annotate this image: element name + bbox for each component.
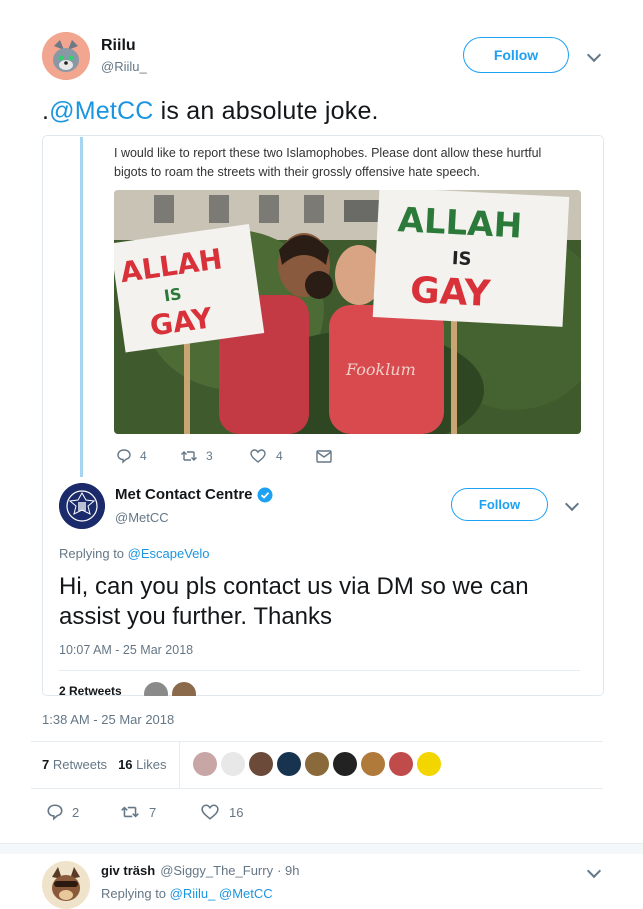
right-sign-line3: GAY bbox=[409, 270, 492, 315]
tweet-mention-link[interactable]: @MetCC bbox=[49, 97, 153, 125]
met-retweeter-avatars bbox=[144, 682, 196, 696]
reply-author-handle[interactable]: @Siggy_The_Furry bbox=[160, 863, 273, 878]
parent-reply-count: 4 bbox=[140, 449, 147, 463]
reply-author-name[interactable]: giv träsh bbox=[101, 863, 155, 878]
likes-label: Likes bbox=[136, 757, 167, 772]
reply-time[interactable]: · 9h bbox=[277, 863, 299, 878]
stats-divider-top bbox=[31, 741, 603, 742]
parent-like-count: 4 bbox=[276, 449, 283, 463]
liker-avatar[interactable] bbox=[417, 752, 441, 776]
met-author-handle[interactable]: @MetCC bbox=[115, 510, 169, 525]
parent-tweet-image[interactable]: Fooklum ALLAH IS GAY ALLAH IS GAY bbox=[114, 190, 581, 434]
parent-retweet-count: 3 bbox=[206, 449, 213, 463]
liker-avatar[interactable] bbox=[193, 752, 217, 776]
direct-message-icon[interactable] bbox=[316, 449, 332, 463]
liker-avatar[interactable] bbox=[305, 752, 329, 776]
like-action-count: 16 bbox=[229, 804, 244, 820]
met-retweets[interactable]: 2 Retweets bbox=[59, 684, 122, 696]
tweet-stats: 7 Retweets 16 Likes bbox=[42, 757, 167, 772]
parent-actions: 4 3 4 bbox=[116, 446, 332, 466]
reply-header: giv träsh @Siggy_The_Furry · 9h bbox=[101, 863, 300, 878]
chevron-down-icon[interactable] bbox=[586, 47, 602, 63]
reply-icon[interactable] bbox=[116, 448, 132, 464]
retweets-stat[interactable]: 7 Retweets bbox=[42, 757, 107, 772]
retweet-action-count: 7 bbox=[149, 804, 157, 820]
met-avatar[interactable] bbox=[59, 483, 105, 529]
heart-icon[interactable] bbox=[250, 449, 266, 463]
reply-replying-to: Replying to @Riilu_ @MetCC bbox=[101, 886, 273, 901]
met-police-crest-icon bbox=[59, 483, 105, 529]
right-sign-line2: IS bbox=[451, 248, 472, 270]
shirt-print: Fooklum bbox=[345, 360, 416, 379]
liker-avatar[interactable] bbox=[221, 752, 245, 776]
right-sign-line1: ALLAH bbox=[397, 200, 523, 246]
tweet-text: .@MetCC is an absolute joke. bbox=[42, 97, 379, 126]
furry-avatar-icon bbox=[42, 861, 90, 909]
tweet-actions: 2 7 16 bbox=[46, 803, 243, 821]
liker-avatar[interactable] bbox=[277, 752, 301, 776]
likes-count: 16 bbox=[118, 757, 133, 772]
verified-badge-icon bbox=[257, 487, 273, 503]
reply-action-count: 2 bbox=[72, 804, 80, 820]
met-retweets-label[interactable]: 2 Retweets bbox=[59, 684, 122, 696]
reply-chevron-down-icon[interactable] bbox=[586, 863, 602, 879]
liker-avatar[interactable] bbox=[389, 752, 413, 776]
met-replying-prefix: Replying to bbox=[59, 546, 128, 561]
likes-stat[interactable]: 16 Likes bbox=[118, 757, 166, 772]
met-replying-link[interactable]: @EscapeVelo bbox=[128, 546, 210, 561]
reply-action-icon[interactable] bbox=[46, 803, 64, 821]
retweeter-avatar[interactable] bbox=[144, 682, 168, 696]
follow-button[interactable]: Follow bbox=[463, 37, 569, 73]
met-tweet-text: Hi, can you pls contact us via DM so we … bbox=[59, 573, 529, 630]
met-author-name[interactable]: Met Contact Centre bbox=[115, 486, 273, 503]
retweets-count: 7 bbox=[42, 757, 50, 772]
author-handle[interactable]: @Riilu_ bbox=[101, 59, 147, 74]
met-author-name-text[interactable]: Met Contact Centre bbox=[115, 486, 253, 503]
reply-replying-link-1[interactable]: @Riilu_ bbox=[170, 886, 216, 901]
reply-replying-prefix: Replying to bbox=[101, 886, 170, 901]
stats-divider-bottom bbox=[31, 788, 603, 789]
liker-avatar[interactable] bbox=[333, 752, 357, 776]
met-divider bbox=[59, 670, 580, 671]
met-follow-button[interactable]: Follow bbox=[451, 488, 548, 521]
liker-avatars bbox=[193, 752, 441, 776]
author-avatar[interactable] bbox=[42, 32, 90, 80]
reply-section-divider bbox=[0, 843, 643, 854]
met-timestamp[interactable]: 10:07 AM - 25 Mar 2018 bbox=[59, 643, 193, 657]
liker-avatar[interactable] bbox=[249, 752, 273, 776]
retweet-action-icon[interactable] bbox=[120, 804, 140, 820]
protest-photo: Fooklum ALLAH IS GAY ALLAH IS GAY bbox=[114, 190, 581, 434]
thread-line bbox=[80, 137, 83, 477]
retweets-label: Retweets bbox=[52, 757, 108, 772]
tweet-timestamp[interactable]: 1:38 AM - 25 Mar 2018 bbox=[42, 712, 174, 727]
retweet-icon[interactable] bbox=[180, 449, 198, 463]
reply-avatar[interactable] bbox=[42, 861, 90, 909]
liker-avatar[interactable] bbox=[361, 752, 385, 776]
met-replying-to: Replying to @EscapeVelo bbox=[59, 546, 210, 561]
stats-vertical-divider bbox=[179, 741, 180, 788]
wolf-avatar-icon bbox=[42, 32, 90, 80]
author-name[interactable]: Riilu bbox=[101, 37, 136, 55]
left-sign-line2: IS bbox=[163, 284, 183, 305]
reply-replying-link-2[interactable]: @MetCC bbox=[219, 886, 273, 901]
tweet-text-rest: is an absolute joke. bbox=[153, 97, 379, 125]
parent-tweet-text: I would like to report these two Islamop… bbox=[114, 146, 542, 179]
retweeter-avatar[interactable] bbox=[172, 682, 196, 696]
like-action-icon[interactable] bbox=[201, 804, 219, 820]
